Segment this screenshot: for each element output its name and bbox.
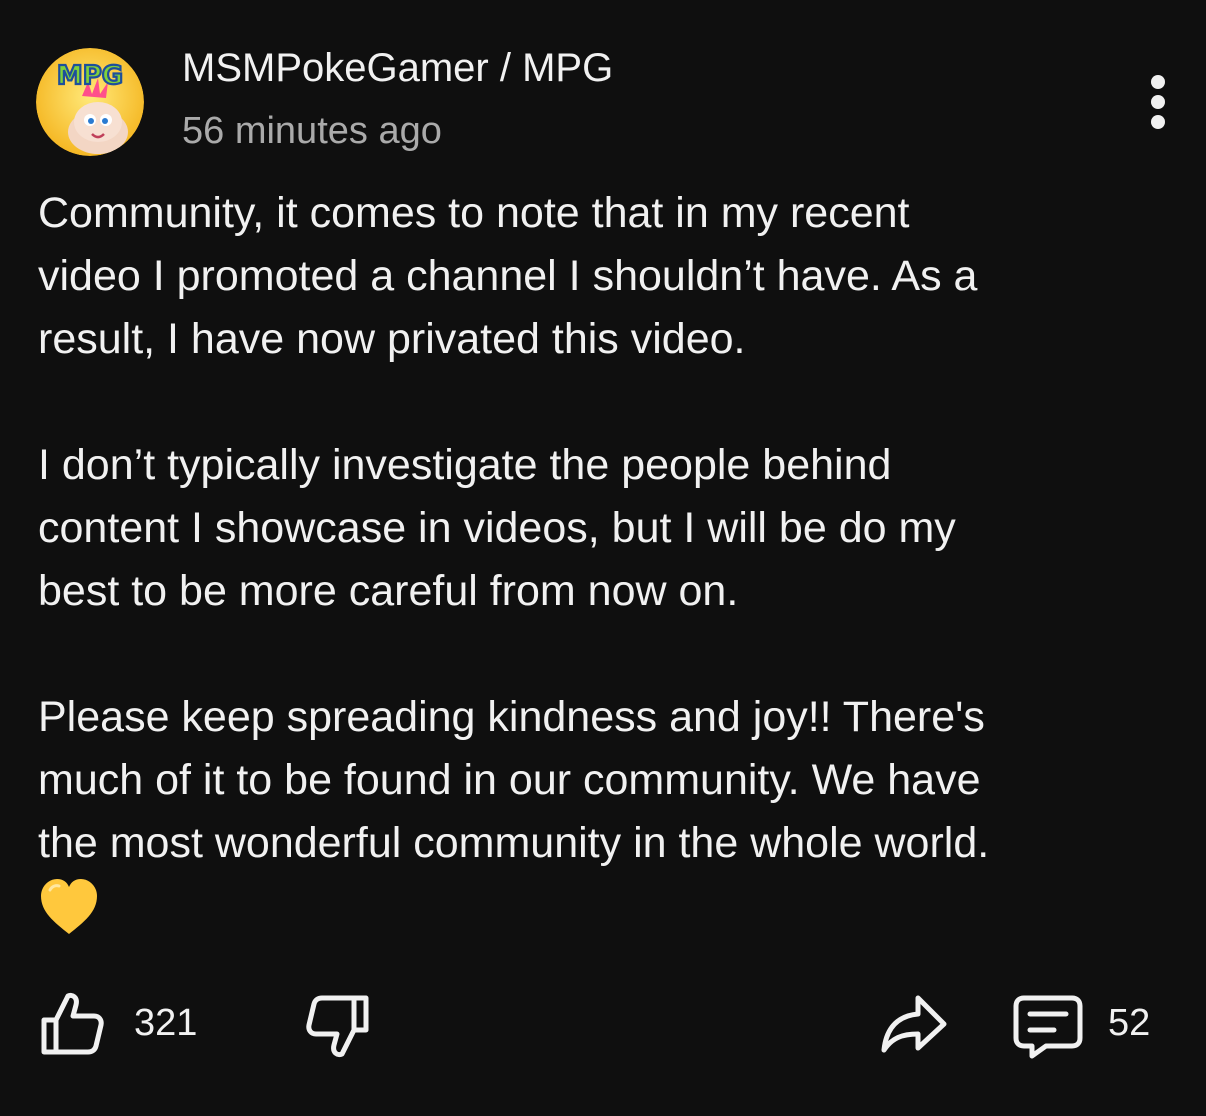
share-button[interactable] — [878, 992, 950, 1056]
post-paragraph: Community, it comes to note that in my r… — [38, 189, 978, 363]
post-body: Community, it comes to note that in my r… — [38, 182, 1178, 875]
dislike-button[interactable] — [302, 992, 372, 1062]
channel-name[interactable]: MSMPokeGamer / MPG — [182, 46, 613, 91]
yellow-heart-emoji — [38, 876, 100, 938]
heart-icon — [41, 879, 97, 934]
like-count: 321 — [134, 1002, 198, 1044]
comments-button[interactable] — [1012, 994, 1084, 1060]
community-post: MPG MSMPokeGamer / MPG 56 minutes ago Co… — [0, 0, 1206, 1116]
post-paragraph: I don’t typically investigate the people… — [38, 441, 956, 615]
post-paragraph: Please keep spreading kindness and joy!!… — [38, 693, 990, 867]
thumbs-up-icon — [41, 992, 104, 1055]
thumbs-down-icon — [306, 995, 369, 1058]
comment-count: 52 — [1108, 1002, 1151, 1044]
more-options-button[interactable] — [1132, 70, 1184, 134]
more-vertical-icon — [1151, 75, 1165, 129]
post-timestamp: 56 minutes ago — [182, 110, 442, 152]
share-icon — [881, 995, 947, 1053]
like-button[interactable] — [38, 988, 108, 1058]
channel-avatar[interactable]: MPG — [36, 48, 144, 156]
avatar-logo-text: MPG — [57, 61, 123, 91]
avatar-image: MPG — [36, 48, 144, 156]
comment-icon — [1013, 995, 1083, 1059]
